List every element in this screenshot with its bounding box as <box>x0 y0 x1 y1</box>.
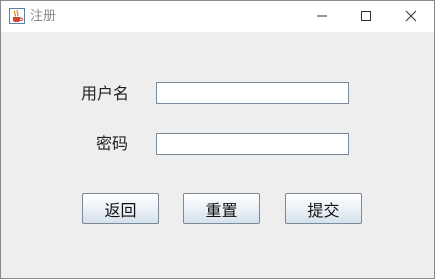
maximize-button[interactable] <box>343 1 389 32</box>
close-icon <box>405 7 417 26</box>
java-cup-icon <box>9 8 25 24</box>
password-field[interactable] <box>156 133 349 155</box>
password-label: 密码 <box>96 134 129 153</box>
back-button[interactable]: 返回 <box>82 193 159 224</box>
register-window: 注册 用户名 密码 返回 重置 提交 <box>0 0 435 279</box>
window-title: 注册 <box>30 9 57 24</box>
minimize-icon <box>316 7 328 26</box>
close-button[interactable] <box>388 1 434 32</box>
title-bar[interactable]: 注册 <box>1 1 434 32</box>
form-panel: 用户名 密码 返回 重置 提交 <box>1 32 434 278</box>
username-label: 用户名 <box>81 84 130 103</box>
minimize-button[interactable] <box>299 1 345 32</box>
maximize-icon <box>360 7 372 26</box>
username-field[interactable] <box>156 82 349 104</box>
submit-button[interactable]: 提交 <box>285 193 362 224</box>
reset-button[interactable]: 重置 <box>183 193 260 224</box>
